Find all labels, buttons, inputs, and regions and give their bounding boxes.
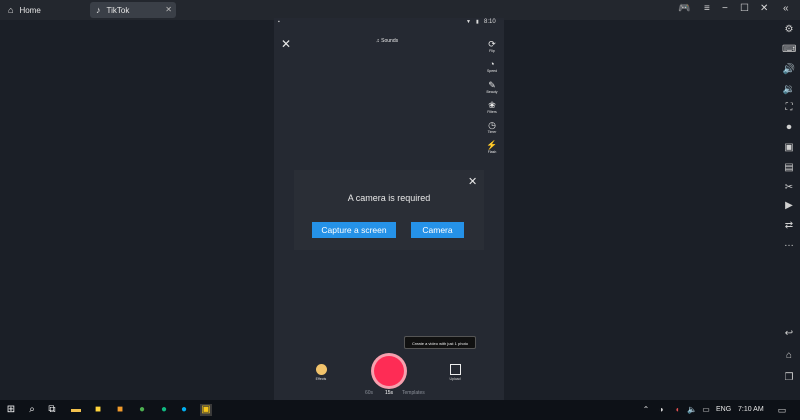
capture-screen-button[interactable]: Capture a screen	[312, 222, 396, 238]
home-icon: ⌂	[8, 5, 14, 15]
back-icon[interactable]: ↩	[782, 328, 796, 340]
task-view-icon[interactable]: ⧉	[46, 404, 58, 416]
flash-icon: ⚡	[486, 140, 498, 150]
mode-60s[interactable]: 60s	[365, 390, 373, 396]
effects-button[interactable]: Effects	[315, 364, 327, 381]
volume-up-icon[interactable]: 🔊	[782, 64, 796, 76]
tray-overflow-icon[interactable]: ⌃	[640, 404, 652, 416]
mode-15s[interactable]: 15s	[385, 390, 393, 396]
collapse-sidebar-icon[interactable]: «	[783, 3, 789, 14]
close-window-icon[interactable]: ✕	[760, 3, 768, 14]
timer-label: Timer	[487, 130, 497, 134]
speed-label: Speed	[486, 69, 498, 73]
flip-tool[interactable]: ⟳ Flip	[484, 39, 500, 54]
flip-icon: ⟳	[488, 39, 496, 49]
more-icon[interactable]: …	[782, 238, 796, 250]
upload-label: Upload	[449, 377, 461, 381]
phone-screen: ▪ ▼ ▮ 8:10 ✕ ♫ Sounds ⟳ Flip ◔ Speed ✎ B…	[274, 18, 504, 402]
fullscreen-icon[interactable]: ⛶	[782, 102, 796, 114]
sticky-notes-icon[interactable]: ■	[92, 404, 104, 416]
filters-icon: ❀	[488, 100, 496, 110]
minimize-icon[interactable]: −	[722, 3, 728, 14]
apk-icon[interactable]: ▤	[782, 162, 796, 174]
file-explorer-icon[interactable]: ▬	[70, 404, 82, 416]
tab-close-icon[interactable]: ✕	[165, 5, 172, 14]
media-icon[interactable]: ▶	[782, 200, 796, 212]
tiktok-icon: ♪	[96, 5, 101, 15]
android-home-icon[interactable]: ⌂	[782, 350, 796, 362]
flash-label: Flash	[487, 150, 497, 154]
app-icon-orange[interactable]: ■	[114, 404, 126, 416]
camera-required-dialog: ✕ A camera is required Capture a screen …	[294, 170, 484, 250]
speed-icon: ◔	[489, 59, 495, 69]
dialog-close-icon[interactable]: ✕	[468, 176, 477, 188]
tab-home[interactable]: ⌂ Home	[8, 2, 41, 18]
record-button[interactable]	[374, 356, 404, 386]
keyboard-icon[interactable]: ⌨	[782, 44, 796, 56]
effects-face-icon	[315, 364, 327, 375]
menu-icon[interactable]: ≡	[704, 3, 710, 14]
install-apk-icon[interactable]: ▣	[782, 142, 796, 154]
effects-label: Effects	[315, 377, 327, 381]
maximize-icon[interactable]: ☐	[740, 3, 749, 14]
sounds-label: Sounds	[381, 38, 399, 44]
filters-label: Filters	[487, 110, 497, 114]
flip-label: Flip	[489, 49, 495, 53]
volume-down-icon[interactable]: 🔉	[782, 84, 796, 96]
status-time: 8:10	[484, 19, 496, 25]
music-note-icon: ♫	[376, 38, 380, 44]
chrome-icon[interactable]: ●	[136, 404, 148, 416]
beauty-label: Beauty	[486, 90, 498, 94]
settings-gear-icon[interactable]: ⚙	[782, 24, 796, 36]
tray-app-icon[interactable]: ◑	[655, 404, 667, 416]
notifications-icon[interactable]: ▭	[776, 404, 788, 416]
tab-tiktok-label: TikTok	[106, 5, 130, 15]
windows-start-icon[interactable]: ⊞	[5, 404, 17, 416]
dialog-title: A camera is required	[347, 193, 431, 203]
wifi-icon: ▼	[466, 19, 471, 25]
camera-button[interactable]: Camera	[411, 222, 464, 238]
notification-icon: ▪	[278, 19, 280, 25]
battery-icon: ▮	[476, 19, 479, 25]
speaker-icon[interactable]: 🔈	[686, 404, 698, 416]
windows-taskbar: ⊞ ⌕ ⧉ ▬ ■ ■ ● ● ● ▣ ⌃ ◑ ◐ 🔈 ▭ ENG 7:10 A…	[0, 400, 800, 420]
battery-tray-icon[interactable]: ▭	[700, 404, 712, 416]
upload-button[interactable]: Upload	[448, 364, 462, 381]
search-icon[interactable]: ⌕	[26, 404, 38, 416]
tab-home-label: Home	[19, 5, 41, 15]
beauty-tool[interactable]: ✎ Beauty	[484, 80, 500, 95]
mode-templates[interactable]: Templates	[402, 390, 425, 396]
skype-icon[interactable]: ●	[178, 404, 190, 416]
scissors-icon[interactable]: ✂	[782, 182, 796, 194]
close-camera-icon[interactable]: ✕	[281, 38, 291, 50]
beauty-wand-icon: ✎	[488, 80, 496, 90]
tray-network-icon[interactable]: ◐	[672, 404, 684, 416]
flash-tool[interactable]: ⚡ Flash	[484, 140, 500, 155]
upload-gallery-icon	[449, 364, 461, 375]
speed-tool[interactable]: ◔ Speed	[484, 59, 500, 74]
recent-apps-icon[interactable]: ❐	[782, 372, 796, 384]
filters-tool[interactable]: ❀ Filters	[484, 100, 500, 115]
emulator-titlebar: ⌂ Home ♪ TikTok ✕ 🎮 ≡ − ☐ ✕ «	[0, 0, 800, 20]
sync-icon[interactable]: ⇄	[782, 220, 796, 232]
emulator-taskbar-icon[interactable]: ▣	[200, 404, 212, 416]
tab-tiktok[interactable]: ♪ TikTok ✕	[90, 2, 176, 18]
clock[interactable]: 7:10 AM	[738, 406, 764, 413]
upload-tooltip: Create a video with just 1 photo	[404, 336, 476, 349]
language-indicator[interactable]: ENG	[716, 406, 731, 413]
timer-tool[interactable]: ◷ Timer	[484, 120, 500, 135]
add-sound-button[interactable]: ♫ Sounds	[376, 38, 398, 44]
timer-icon: ◷	[488, 120, 496, 130]
record-video-icon[interactable]: ⏺	[782, 122, 796, 134]
emulator-sidebar: ⚙ ⌨ 🔊 🔉 ⛶ ⏺ ▣ ▤ ✂ ▶ ⇄ … ↩ ⌂ ❐	[778, 20, 800, 400]
status-bar: ▪ ▼ ▮ 8:10	[274, 18, 504, 28]
grammarly-icon[interactable]: ●	[158, 404, 170, 416]
gamepad-icon[interactable]: 🎮	[678, 3, 690, 14]
